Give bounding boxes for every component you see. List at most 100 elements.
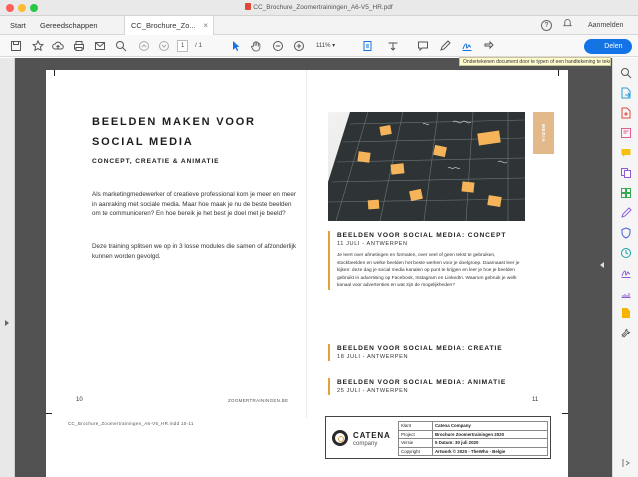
- section-date: 18 JULI - ANTWERPEN: [337, 354, 409, 360]
- notifications-bell-icon[interactable]: [562, 18, 573, 33]
- page-subheading: CONCEPT, CREATIE & ANIMATIE: [92, 158, 220, 165]
- slug-file-name: CC_Brochure_Zoomertrainingen_A6-V5_HR.in…: [68, 421, 194, 426]
- search-tool-icon[interactable]: [620, 66, 632, 79]
- page-number-left: 10: [76, 397, 83, 403]
- table-row: Copyright Artwork © 2020 - TheWho - Belgi…: [398, 446, 548, 456]
- page-number-right: 11: [532, 397, 539, 403]
- comment-tool-icon[interactable]: [620, 146, 632, 158]
- side-tab: MEDIA: [533, 112, 554, 154]
- toolbar: 1 / 1 111% ▾ 👤 Delen: [0, 35, 638, 57]
- protect-icon[interactable]: [620, 226, 632, 239]
- organize-pages-icon[interactable]: [620, 186, 632, 198]
- section-animatie: BEELDEN VOOR SOCIAL MEDIA: ANIMATIE 25 J…: [328, 378, 506, 395]
- highlight-pen-icon[interactable]: [438, 39, 452, 53]
- crop-mark: [46, 413, 52, 414]
- zoom-out-icon[interactable]: [271, 39, 285, 53]
- section-text: Je leert over afmetingen en formaten, ov…: [337, 253, 520, 289]
- logo-text-line2: company: [353, 441, 378, 447]
- previous-page-icon[interactable]: [137, 39, 151, 53]
- section-title: BEELDEN VOOR SOCIAL MEDIA: CREATIE: [337, 345, 503, 352]
- comment-icon[interactable]: [416, 39, 430, 53]
- window-titlebar: CC_Brochure_Zoomertrainingen_A6-V5_HR.pd…: [0, 0, 638, 16]
- pdf-file-icon: [245, 3, 252, 10]
- hand-tool-icon[interactable]: [249, 39, 263, 53]
- rich-media-icon[interactable]: [620, 306, 632, 318]
- table-cell: Catena Company: [432, 421, 548, 431]
- send-for-signature-icon[interactable]: [620, 266, 632, 278]
- crop-mark: [54, 70, 55, 76]
- select-cursor-icon[interactable]: [229, 39, 243, 53]
- logo-text-line1: CATENA: [353, 431, 391, 440]
- search-icon[interactable]: [114, 39, 128, 53]
- page-footer-label: ZOOMERTRAININGEN.BE: [228, 398, 289, 403]
- table-cell: 5 Datum: 30 juli 2020: [432, 438, 548, 448]
- section-title: BEELDEN VOOR SOCIAL MEDIA: CONCEPT: [337, 232, 507, 239]
- create-pdf-icon[interactable]: [620, 106, 632, 119]
- tab-document[interactable]: CC_Brochure_Zo... ×: [124, 16, 214, 35]
- project-info-box: CATENA company Klant Catena Company Proje…: [325, 416, 551, 459]
- scroll-mode-icon[interactable]: [386, 39, 400, 53]
- table-cell: Versie: [398, 438, 433, 448]
- fill-sign-icon[interactable]: [620, 206, 632, 218]
- page-gutter: [306, 70, 307, 418]
- zoom-in-icon[interactable]: [292, 39, 306, 53]
- project-info-table: Klant Catena Company Project Brochure Zoom…: [398, 421, 548, 456]
- tools-pane: [612, 58, 638, 477]
- tooltip: Ondertekenen document door te typen of e…: [459, 57, 611, 66]
- zoom-level-select[interactable]: 111% ▾: [316, 40, 335, 52]
- page-heading: BEELDEN MAKEN VOOR SOCIAL MEDIA: [92, 112, 292, 152]
- page-view-icon[interactable]: [361, 39, 375, 53]
- section-date: 25 JULI - ANTWERPEN: [337, 388, 409, 394]
- measure-tool-icon[interactable]: [620, 286, 632, 298]
- page-paper: BEELDEN MAKEN VOOR SOCIAL MEDIA CONCEPT,…: [46, 70, 568, 477]
- bookmark-star-icon[interactable]: [31, 39, 45, 53]
- upload-cloud-icon[interactable]: [51, 39, 65, 53]
- window-title: CC_Brochure_Zoomertrainingen_A6-V5_HR.pd…: [0, 3, 638, 11]
- signin-link[interactable]: Aanmelden: [588, 18, 623, 33]
- section-title: BEELDEN VOOR SOCIAL MEDIA: ANIMATIE: [337, 379, 507, 386]
- share-user-icon: 👤: [593, 43, 603, 50]
- tab-tools[interactable]: Gereedschappen: [40, 16, 98, 35]
- crop-mark: [558, 70, 559, 76]
- tab-start[interactable]: Start: [10, 16, 26, 35]
- table-cell: Brochure Zoomertrainingen 2020: [432, 429, 548, 439]
- chevron-down-icon: ▾: [332, 43, 336, 49]
- share-button[interactable]: 👤 Delen: [584, 39, 632, 54]
- close-tab-icon[interactable]: ×: [203, 16, 208, 35]
- combine-files-icon[interactable]: [620, 166, 632, 178]
- pdf-page-spread: BEELDEN MAKEN VOOR SOCIAL MEDIA CONCEPT,…: [0, 58, 612, 477]
- table-cell: Copyright: [398, 446, 433, 456]
- collapse-right-panel-arrow-icon[interactable]: [600, 262, 604, 268]
- zoom-level-value: 111%: [316, 43, 331, 49]
- section-creatie: BEELDEN VOOR SOCIAL MEDIA: CREATIE 18 JU…: [328, 344, 503, 361]
- print-icon[interactable]: [72, 39, 86, 53]
- crop-mark: [562, 413, 568, 414]
- sign-document-icon[interactable]: [460, 39, 474, 53]
- more-tools-wrench-icon[interactable]: [620, 326, 632, 338]
- optimize-pdf-icon[interactable]: [620, 246, 632, 258]
- board-photo: [328, 112, 525, 221]
- help-icon: ?: [541, 20, 552, 31]
- help-button[interactable]: ?: [541, 18, 552, 33]
- next-page-icon[interactable]: [157, 39, 171, 53]
- page-number-input[interactable]: 1: [177, 40, 189, 52]
- tab-document-label: CC_Brochure_Zo...: [131, 21, 196, 30]
- intro-paragraph: Als marketingmedewerker of creatieve pro…: [92, 191, 297, 217]
- table-row: Project Brochure Zoomertrainingen 2020: [398, 429, 548, 439]
- window-title-text: CC_Brochure_Zoomertrainingen_A6-V5_HR.pd…: [253, 4, 393, 11]
- save-icon[interactable]: [9, 39, 23, 53]
- table-row: Versie 5 Datum: 30 juli 2020: [398, 438, 548, 448]
- table-row: Klant Catena Company: [398, 421, 548, 431]
- table-cell: Artwork © 2020 - TheWho - Belgie: [432, 446, 548, 456]
- heading-line-1: BEELDEN MAKEN VOOR: [92, 116, 256, 128]
- collapse-tools-pane-icon[interactable]: [620, 456, 632, 468]
- heading-line-2: SOCIAL MEDIA: [92, 136, 194, 148]
- edit-pdf-icon[interactable]: [620, 126, 632, 138]
- share-button-label: Delen: [604, 43, 623, 50]
- email-icon[interactable]: [93, 39, 107, 53]
- catena-logo: CATENA company: [332, 428, 392, 450]
- section-concept: BEELDEN VOOR SOCIAL MEDIA: CONCEPT 11 JU…: [328, 231, 523, 290]
- export-pdf-icon[interactable]: [620, 86, 632, 99]
- more-tools-icon[interactable]: [482, 39, 496, 53]
- logo-ring-icon: [332, 430, 348, 446]
